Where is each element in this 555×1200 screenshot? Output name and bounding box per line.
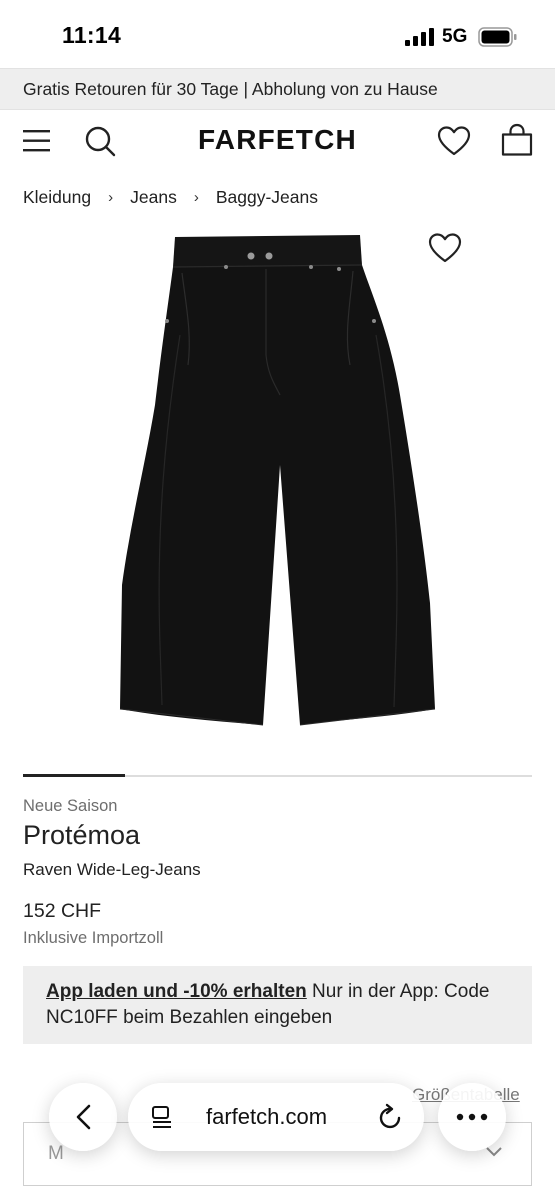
shopping-bag-icon[interactable] <box>500 123 534 157</box>
product-brand[interactable]: Protémoa <box>23 820 140 851</box>
network-label: 5G <box>442 26 468 47</box>
breadcrumb-separator: › <box>193 188 199 206</box>
signal-icon <box>405 28 434 46</box>
app-download-link[interactable]: App laden und -10% erhalten <box>46 981 307 1002</box>
browser-back-button[interactable] <box>49 1083 117 1151</box>
status-time: 11:14 <box>62 22 122 48</box>
breadcrumb: Kleidung › Jeans › Baggy-Jeans <box>23 185 318 209</box>
promo-text: Gratis Retouren für 30 Tage | Abholung v… <box>23 79 438 99</box>
carousel-indicator <box>23 774 125 777</box>
breadcrumb-item-kleidung[interactable]: Kleidung <box>23 187 91 208</box>
size-select-value: M <box>48 1143 64 1164</box>
reader-icon[interactable] <box>150 1105 174 1129</box>
product-price: 152 CHF <box>23 900 102 922</box>
browser-more-button[interactable] <box>438 1083 506 1151</box>
breadcrumb-item-baggy-jeans[interactable]: Baggy-Jeans <box>216 187 318 208</box>
breadcrumb-separator: › <box>108 188 114 206</box>
breadcrumb-item-jeans[interactable]: Jeans <box>130 187 177 208</box>
brand-logo[interactable]: FARFETCH <box>0 124 555 156</box>
app-promo-box: App laden und -10% erhalten Nur in der A… <box>23 966 532 1044</box>
reload-icon[interactable] <box>378 1103 404 1131</box>
back-icon <box>76 1104 91 1130</box>
product-name: Raven Wide-Leg-Jeans <box>23 860 201 879</box>
product-image[interactable] <box>100 225 455 735</box>
image-heart-icon[interactable] <box>428 232 462 264</box>
site-header: FARFETCH <box>0 110 555 172</box>
chevron-down-icon <box>486 1147 502 1157</box>
more-icon <box>456 1113 488 1121</box>
browser-address-bar[interactable]: farfetch.com <box>128 1083 424 1151</box>
promo-banner[interactable]: Gratis Retouren für 30 Tage | Abholung v… <box>0 68 555 110</box>
price-note: Inklusive Importzoll <box>23 929 164 947</box>
browser-url[interactable]: farfetch.com <box>206 1104 327 1130</box>
status-bar: 11:14 5G <box>0 0 555 68</box>
heart-icon[interactable] <box>437 125 471 157</box>
season-label: Neue Saison <box>23 797 118 815</box>
battery-icon <box>478 27 517 47</box>
